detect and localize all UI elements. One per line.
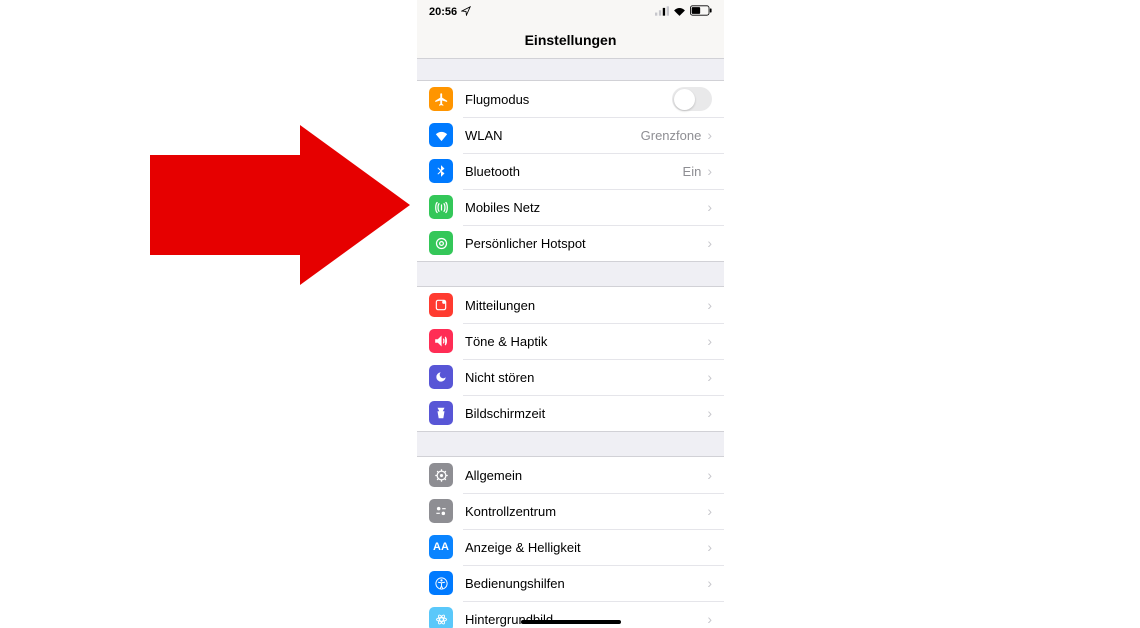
section-gap xyxy=(417,431,724,457)
chevron-right-icon: › xyxy=(707,504,712,518)
chevron-right-icon: › xyxy=(707,200,712,214)
row-mobile-data[interactable]: Mobiles Netz › xyxy=(417,189,724,225)
settings-group-general: Allgemein › Kontrollzentrum › AA Anzeige… xyxy=(417,457,724,628)
row-label: Nicht stören xyxy=(465,370,707,385)
settings-group-connectivity: Flugmodus WLAN Grenzfone › Bluetooth Ein… xyxy=(417,81,724,261)
row-screen-time[interactable]: Bildschirmzeit › xyxy=(417,395,724,431)
chevron-right-icon: › xyxy=(707,236,712,250)
row-general[interactable]: Allgemein › xyxy=(417,457,724,493)
row-display[interactable]: AA Anzeige & Helligkeit › xyxy=(417,529,724,565)
location-icon xyxy=(461,6,471,19)
status-bar: 20:56 xyxy=(417,0,724,24)
dnd-icon xyxy=(429,365,453,389)
chevron-right-icon: › xyxy=(707,370,712,384)
row-label: Töne & Haptik xyxy=(465,334,707,349)
section-gap xyxy=(417,59,724,81)
row-label: Bedienungshilfen xyxy=(465,576,707,591)
row-bluetooth[interactable]: Bluetooth Ein › xyxy=(417,153,724,189)
control-center-icon xyxy=(429,499,453,523)
airplane-toggle[interactable] xyxy=(672,87,712,111)
row-dnd[interactable]: Nicht stören › xyxy=(417,359,724,395)
row-notifications[interactable]: Mitteilungen › xyxy=(417,287,724,323)
row-label: Bluetooth xyxy=(465,164,683,179)
wifi-icon xyxy=(429,123,453,147)
airplane-icon xyxy=(429,87,453,111)
row-label: Anzeige & Helligkeit xyxy=(465,540,707,555)
wallpaper-icon xyxy=(429,607,453,628)
sounds-icon xyxy=(429,329,453,353)
row-value: Ein xyxy=(683,164,702,179)
phone-frame: 20:56 xyxy=(417,0,724,628)
chevron-right-icon: › xyxy=(707,298,712,312)
accessibility-icon xyxy=(429,571,453,595)
general-icon xyxy=(429,463,453,487)
cellular-icon xyxy=(429,195,453,219)
row-label: Hintergrundbild xyxy=(465,612,707,627)
chevron-right-icon: › xyxy=(707,468,712,482)
row-airplane-mode[interactable]: Flugmodus xyxy=(417,81,724,117)
row-label: Flugmodus xyxy=(465,92,672,107)
page-title: Einstellungen xyxy=(417,24,724,59)
home-indicator[interactable] xyxy=(521,620,621,624)
chevron-right-icon: › xyxy=(707,164,712,178)
notifications-icon xyxy=(429,293,453,317)
row-label: WLAN xyxy=(465,128,641,143)
display-icon: AA xyxy=(429,535,453,559)
status-time: 20:56 xyxy=(429,6,457,18)
chevron-right-icon: › xyxy=(707,406,712,420)
battery-icon xyxy=(690,5,712,19)
wifi-status-icon xyxy=(673,6,686,19)
row-label: Allgemein xyxy=(465,468,707,483)
row-sounds[interactable]: Töne & Haptik › xyxy=(417,323,724,359)
row-personal-hotspot[interactable]: Persönlicher Hotspot › xyxy=(417,225,724,261)
chevron-right-icon: › xyxy=(707,576,712,590)
chevron-right-icon: › xyxy=(707,612,712,626)
row-label: Persönlicher Hotspot xyxy=(465,236,707,251)
bluetooth-icon xyxy=(429,159,453,183)
row-wlan[interactable]: WLAN Grenzfone › xyxy=(417,117,724,153)
row-label: Mitteilungen xyxy=(465,298,707,313)
screentime-icon xyxy=(429,401,453,425)
section-gap xyxy=(417,261,724,287)
row-label: Kontrollzentrum xyxy=(465,504,707,519)
signal-icon xyxy=(655,6,669,19)
row-label: Mobiles Netz xyxy=(465,200,707,215)
row-control-center[interactable]: Kontrollzentrum › xyxy=(417,493,724,529)
chevron-right-icon: › xyxy=(707,128,712,142)
row-label: Bildschirmzeit xyxy=(465,406,707,421)
chevron-right-icon: › xyxy=(707,540,712,554)
row-accessibility[interactable]: Bedienungshilfen › xyxy=(417,565,724,601)
row-value: Grenzfone xyxy=(641,128,702,143)
red-arrow-annotation xyxy=(150,125,410,290)
hotspot-icon xyxy=(429,231,453,255)
chevron-right-icon: › xyxy=(707,334,712,348)
settings-group-notifications: Mitteilungen › Töne & Haptik › Nicht stö… xyxy=(417,287,724,431)
